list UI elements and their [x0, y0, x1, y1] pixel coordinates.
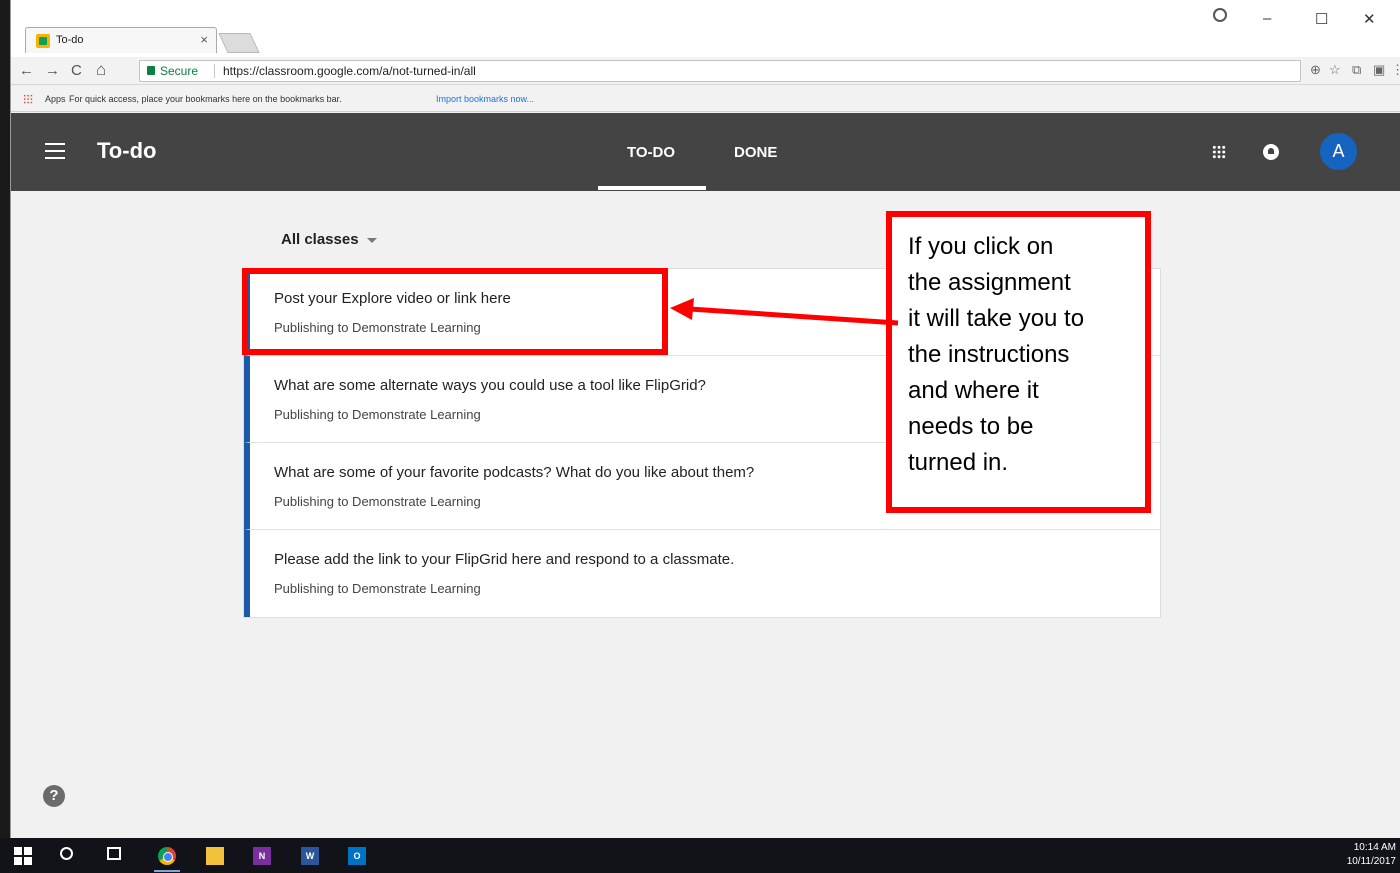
main-content: All classes Post your Explore video or l…	[11, 191, 1400, 838]
chrome-icon[interactable]	[158, 847, 176, 865]
page-title: To-do	[97, 138, 157, 163]
back-button[interactable]: ←	[19, 62, 34, 79]
app-header: To-do TO-DO DONE A	[11, 113, 1400, 191]
browser-toolbar: ← → C ⌂ Secure https://classroom.google.…	[11, 57, 1400, 85]
annotation-line: and where it	[908, 377, 1039, 404]
clock-time: 10:14 AM	[1353, 842, 1396, 853]
annotation-line: needs to be	[908, 413, 1034, 440]
onenote-icon[interactable]: N	[253, 847, 271, 865]
import-bookmarks-link[interactable]: Import bookmarks now...	[436, 94, 534, 104]
close-window-button[interactable]: ✕	[1363, 10, 1376, 28]
browser-tab[interactable]: To-do ×	[25, 27, 217, 53]
url-text[interactable]: https://classroom.google.com/a/not-turne…	[223, 64, 476, 78]
annotation-callout: If you click on the assignment it will t…	[886, 211, 1151, 513]
classroom-favicon-icon	[36, 34, 50, 48]
cast-icon[interactable]: ⧉	[1352, 62, 1361, 78]
pdf-icon[interactable]: ▣	[1373, 62, 1385, 78]
annotation-line: If you click on	[908, 233, 1054, 260]
apps-bookmark[interactable]: Apps	[45, 94, 66, 104]
tab-todo[interactable]: TO-DO	[627, 144, 675, 161]
annotation-line: turned in.	[908, 449, 1009, 476]
new-tab-button[interactable]	[218, 33, 260, 53]
assignment-title[interactable]: What are some of your favorite podcasts?…	[274, 464, 754, 481]
file-explorer-icon[interactable]	[206, 847, 224, 865]
start-icon[interactable]	[14, 847, 32, 865]
search-icon[interactable]	[60, 847, 73, 860]
assignment-title[interactable]: What are some alternate ways you could u…	[274, 377, 706, 394]
active-tab-indicator	[598, 186, 706, 190]
class-filter-dropdown[interactable]: All classes	[281, 231, 377, 248]
windows-taskbar: N W O 10:14 AM 10/11/2017	[0, 838, 1400, 873]
avatar[interactable]: A	[1320, 133, 1357, 170]
caret-down-icon	[366, 237, 377, 243]
clock-date: 10/11/2017	[1346, 856, 1396, 867]
star-icon[interactable]: ☆	[1329, 62, 1341, 78]
notifications-icon[interactable]	[1263, 144, 1279, 160]
tab-close-icon[interactable]: ×	[200, 32, 208, 47]
annotation-line: it will take you to	[908, 305, 1085, 332]
outlook-icon[interactable]: O	[348, 847, 366, 865]
screen: To-do × – ☐ ✕ ← → C ⌂ Secure https://cla…	[0, 0, 1400, 873]
assignment-class: Publishing to Demonstrate Learning	[274, 494, 481, 509]
divider	[214, 64, 215, 78]
assignment-row[interactable]: Please add the link to your FlipGrid her…	[244, 530, 1160, 617]
tab-strip: To-do × – ☐ ✕	[11, 0, 1400, 57]
class-filter-label: All classes	[281, 231, 359, 248]
tab-done[interactable]: DONE	[734, 144, 777, 161]
tab-title: To-do	[56, 34, 84, 46]
minimize-button[interactable]: –	[1263, 10, 1271, 27]
help-icon[interactable]: ?	[43, 785, 65, 807]
reload-button[interactable]: C	[71, 62, 82, 79]
lock-icon	[147, 66, 155, 75]
assignment-class: Publishing to Demonstrate Learning	[274, 407, 481, 422]
browser-window: To-do × – ☐ ✕ ← → C ⌂ Secure https://cla…	[10, 0, 1400, 838]
apps-grid-icon[interactable]	[23, 94, 33, 104]
zoom-icon[interactable]: ⊕	[1310, 62, 1321, 78]
highlight-box	[242, 268, 668, 355]
forward-button[interactable]: →	[45, 62, 60, 79]
address-bar[interactable]: Secure https://classroom.google.com/a/no…	[139, 60, 1301, 82]
system-clock[interactable]: 10:14 AM 10/11/2017	[1347, 841, 1396, 869]
home-button[interactable]: ⌂	[96, 60, 106, 80]
annotation-line: the assignment	[908, 269, 1071, 296]
assignment-class: Publishing to Demonstrate Learning	[274, 581, 481, 596]
active-app-indicator	[154, 870, 180, 872]
annotation-line: the instructions	[908, 341, 1070, 368]
secure-label: Secure	[160, 64, 199, 78]
word-icon[interactable]: W	[301, 847, 319, 865]
apps-launcher-icon[interactable]	[1212, 145, 1226, 159]
menu-dots-icon[interactable]: ⋮	[1391, 62, 1400, 78]
profile-icon[interactable]	[1213, 8, 1227, 22]
assignment-title[interactable]: Please add the link to your FlipGrid her…	[274, 551, 734, 568]
maximize-button[interactable]: ☐	[1315, 10, 1328, 28]
bookmarks-bar: Apps For quick access, place your bookma…	[11, 86, 1400, 112]
task-view-icon[interactable]	[107, 847, 121, 860]
bookmarks-hint: For quick access, place your bookmarks h…	[69, 94, 342, 104]
hamburger-menu-icon[interactable]	[45, 143, 65, 159]
